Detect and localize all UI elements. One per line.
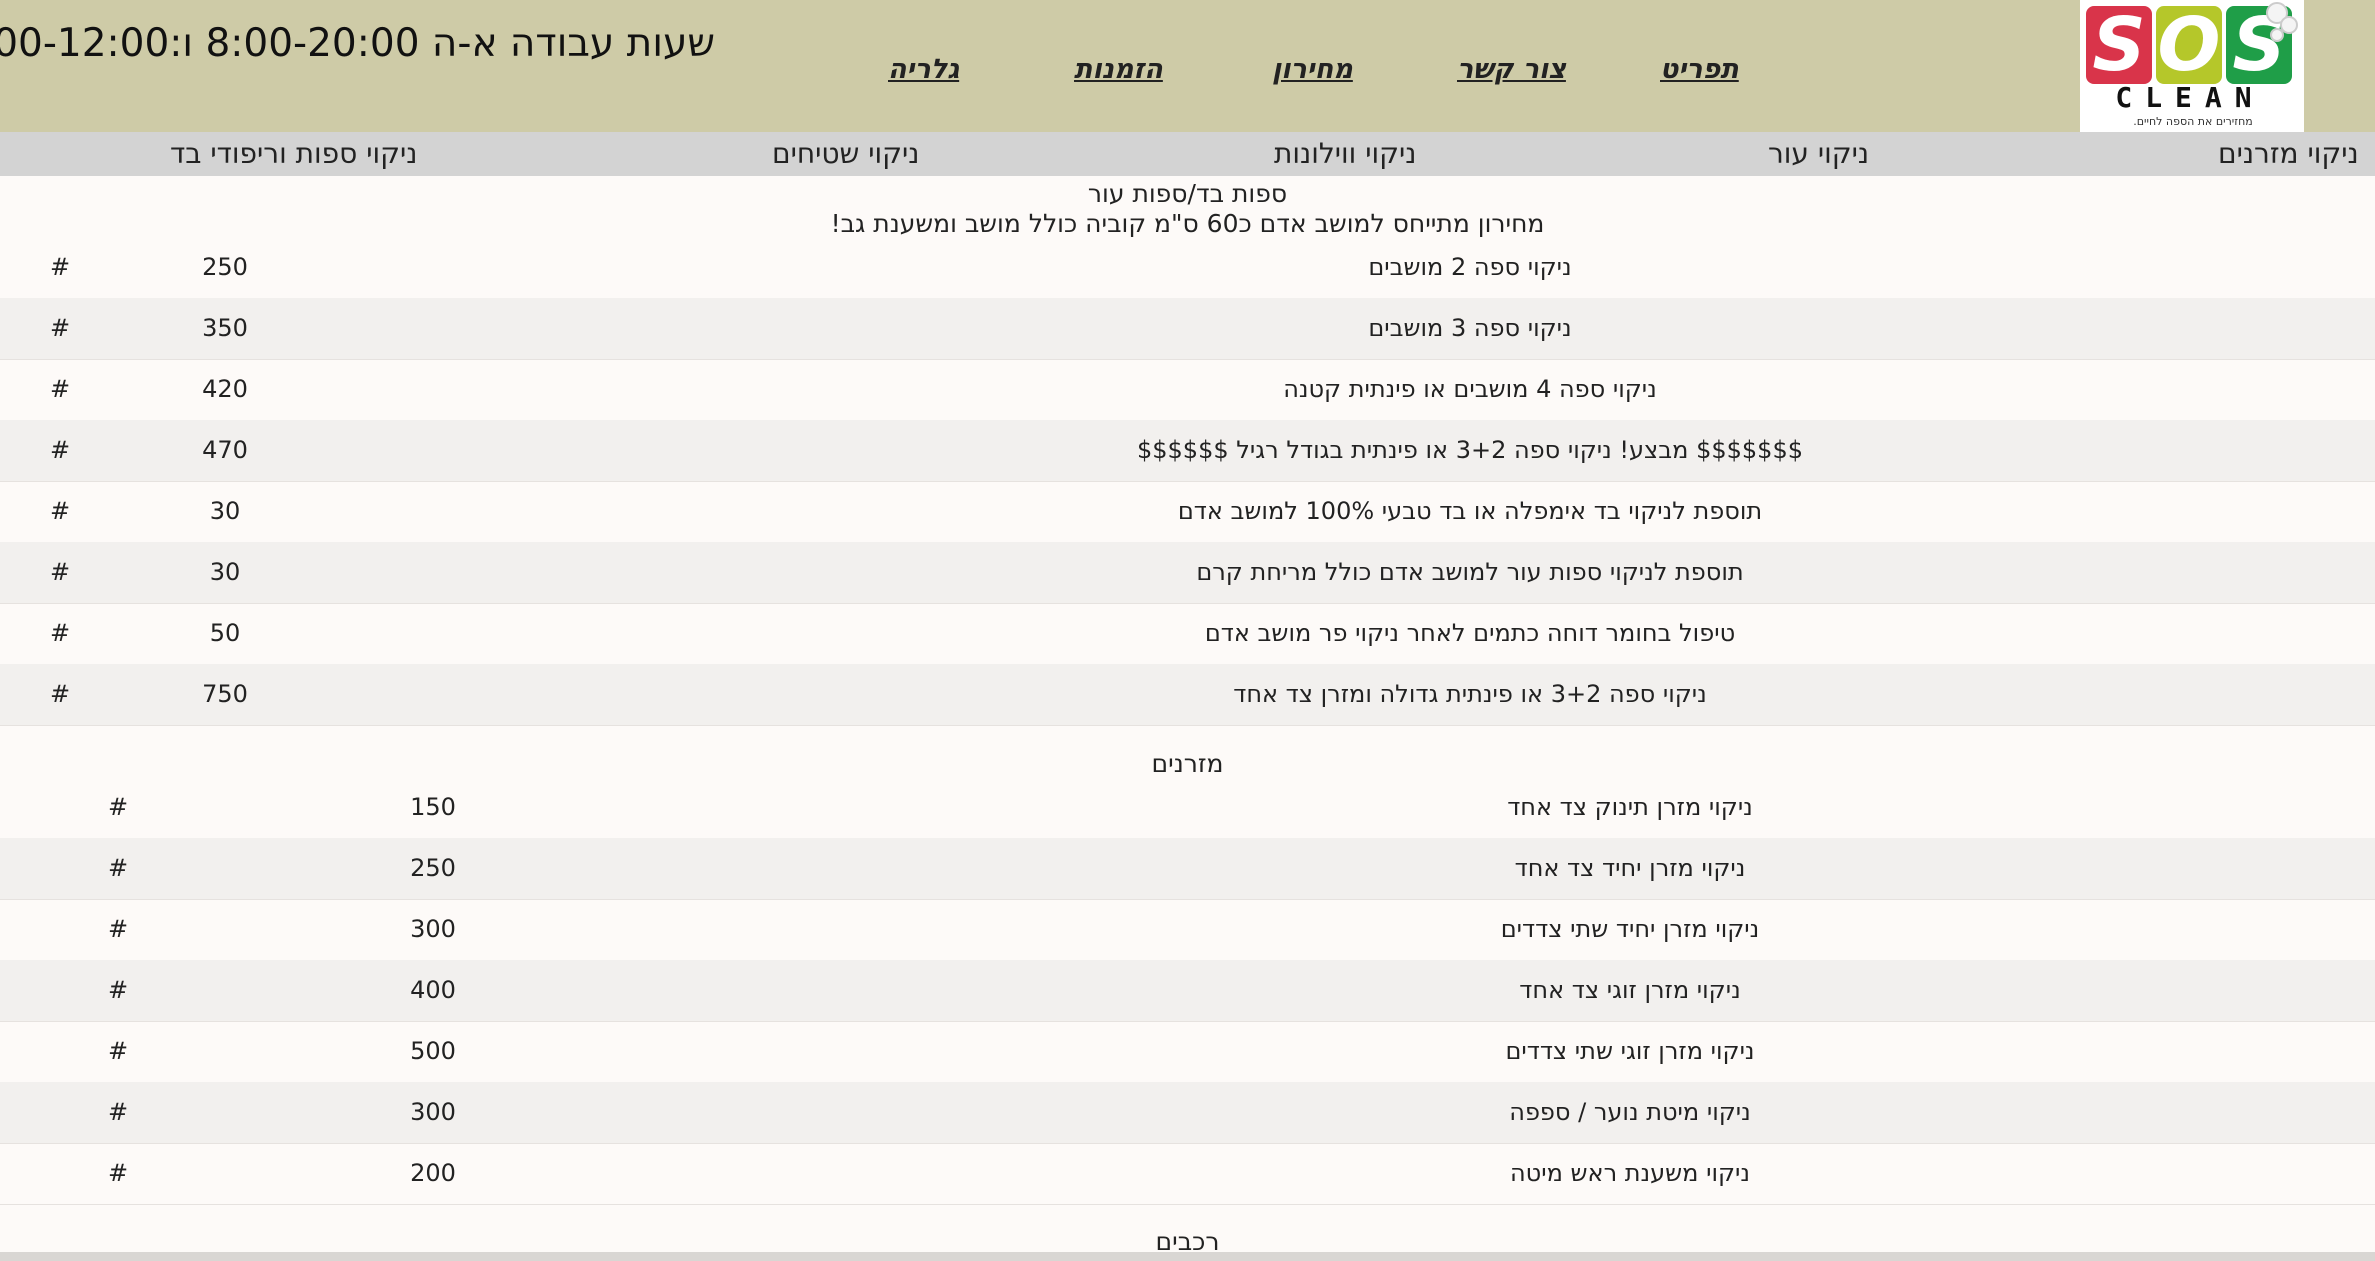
price-row: ניקוי מזרן יחיד שתי צדדים 300 # [0, 899, 2375, 961]
price-row: תוספת לניקוי ספות עור למושב אדם כולל מרי… [0, 542, 2375, 604]
service-name: ניקוי מזרן זוגי שתי צדדים [1505, 1037, 1755, 1065]
row-mark: # [49, 497, 71, 525]
category-leather[interactable]: ניקוי עור [1768, 132, 1869, 176]
nav-orders[interactable]: הזמנות [1074, 48, 1163, 92]
category-curtains[interactable]: ניקוי ווילונות [1274, 132, 1416, 176]
price-row: ניקוי מזרן יחיד צד אחד 250 # [0, 838, 2375, 900]
service-price: 300 [410, 915, 456, 943]
page-bottom-edge [0, 1252, 2375, 1261]
logo-letter-o: O [2156, 2, 2222, 88]
service-name: ניקוי מיטת נוער / ספפה [1509, 1098, 1751, 1126]
service-name: $$$$$$$ מבצע! ניקוי ספה 3+2 או פינתית בג… [1137, 436, 1803, 464]
row-mark: # [107, 793, 129, 821]
sofas-section-note: מחירון מתייחס למושב אדם כ60 ס"מ קוביה כו… [830, 209, 1545, 238]
service-price: 150 [410, 793, 456, 821]
price-row: ניקוי ספה 4 מושבים או פינתית קטנה 420 # [0, 359, 2375, 421]
price-row: ניקוי מזרן זוגי שתי צדדים 500 # [0, 1021, 2375, 1083]
row-mark: # [107, 915, 129, 943]
service-name: טיפול בחומר דוחה כתמים לאחר ניקוי פר מוש… [1204, 619, 1736, 647]
service-name: תוספת לניקוי ספות עור למושב אדם כולל מרי… [1196, 558, 1744, 586]
price-row: ניקוי ספה 3 מושבים 350 # [0, 298, 2375, 360]
row-mark: # [107, 1159, 129, 1187]
service-price: 300 [410, 1098, 456, 1126]
price-row: ניקוי מיטת נוער / ספפה 300 # [0, 1082, 2375, 1144]
row-mark: # [49, 314, 71, 342]
site-header: שעות עבודה א-ה 8:00-20:00 ו:8:00-12:00 ג… [0, 0, 2375, 132]
service-price: 400 [410, 976, 456, 1004]
price-row: $$$$$$$ מבצע! ניקוי ספה 3+2 או פינתית בג… [0, 420, 2375, 482]
row-mark: # [49, 558, 71, 586]
service-price: 500 [410, 1037, 456, 1065]
row-mark: # [49, 619, 71, 647]
sofas-section-title: ספות בד/ספות עור [1087, 179, 1288, 208]
row-mark: # [107, 854, 129, 882]
service-price: 750 [202, 680, 248, 708]
logo-bubble-icon [2270, 28, 2284, 42]
service-price: 50 [209, 619, 241, 647]
service-price: 250 [202, 253, 248, 281]
nav-gallery[interactable]: גלריה [888, 48, 959, 92]
row-mark: # [49, 680, 71, 708]
working-hours: שעות עבודה א-ה 8:00-20:00 ו:8:00-12:00 [0, 21, 715, 66]
service-name: תוספת לניקוי בד אימפלה או בד טבעי 100% ל… [1177, 497, 1763, 525]
service-name: ניקוי מזרן זוגי צד אחד [1519, 976, 1741, 1004]
row-mark: # [107, 1037, 129, 1065]
price-row: ניקוי משענת ראש מיטה 200 # [0, 1143, 2375, 1205]
service-name: ניקוי ספה 2 מושבים [1368, 253, 1572, 281]
service-name: ניקוי ספה 4 מושבים או פינתית קטנה [1283, 375, 1657, 403]
service-price: 200 [410, 1159, 456, 1187]
service-price: 420 [202, 375, 248, 403]
service-price: 470 [202, 436, 248, 464]
service-price: 350 [202, 314, 248, 342]
service-price: 30 [209, 497, 241, 525]
service-name: ניקוי משענת ראש מיטה [1509, 1159, 1750, 1187]
price-row: תוספת לניקוי בד אימפלה או בד טבעי 100% ל… [0, 481, 2375, 543]
logo-slogan: מחזירים את הספה לחיים. [2133, 115, 2253, 128]
row-mark: # [49, 375, 71, 403]
price-row: ניקוי ספה 2 מושבים 250 # [0, 237, 2375, 299]
row-mark: # [107, 976, 129, 1004]
nav-menu[interactable]: תפריט [1660, 48, 1739, 92]
price-row: ניקוי ספה 3+2 או פינתית גדולה ומזרן צד א… [0, 664, 2375, 726]
nav-pricelist[interactable]: מחירון [1272, 48, 1353, 92]
category-carpets[interactable]: ניקוי שטיחים [772, 132, 920, 176]
service-name: ניקוי מזרן יחיד שתי צדדים [1500, 915, 1760, 943]
category-mattresses[interactable]: ניקוי מזרנים [2218, 132, 2359, 176]
category-bar: ניקוי ספות וריפודי בד ניקוי שטיחים ניקוי… [0, 132, 2375, 176]
service-name: ניקוי מזרן יחיד צד אחד [1514, 854, 1746, 882]
price-row: ניקוי מזרן זוגי צד אחד 400 # [0, 960, 2375, 1022]
row-mark: # [49, 253, 71, 281]
row-mark: # [49, 436, 71, 464]
logo-letter-s1: S [2086, 6, 2152, 84]
service-price: 250 [410, 854, 456, 882]
row-mark: # [107, 1098, 129, 1126]
service-name: ניקוי ספה 3+2 או פינתית גדולה ומזרן צד א… [1233, 680, 1707, 708]
logo-word: CLEAN [2115, 81, 2265, 114]
service-price: 30 [209, 558, 241, 586]
service-name: ניקוי מזרן תינוק צד אחד [1507, 793, 1753, 821]
nav-contact[interactable]: צור קשר [1457, 48, 1566, 92]
price-row: ניקוי מזרן תינוק צד אחד 150 # [0, 777, 2375, 839]
sos-clean-logo[interactable]: S O S CLEAN מחזירים את הספה לחיים. [2080, 0, 2304, 132]
price-row: טיפול בחומר דוחה כתמים לאחר ניקוי פר מוש… [0, 603, 2375, 665]
service-name: ניקוי ספה 3 מושבים [1368, 314, 1572, 342]
category-fabric-sofas[interactable]: ניקוי ספות וריפודי בד [170, 132, 417, 176]
